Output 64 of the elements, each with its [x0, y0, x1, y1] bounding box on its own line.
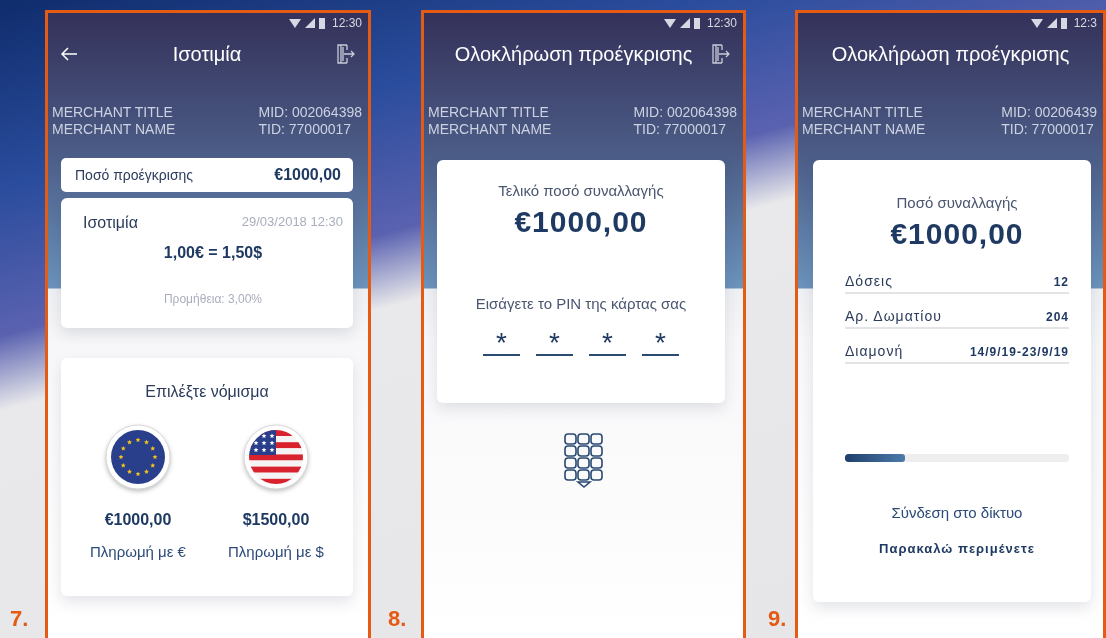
battery-icon [1060, 17, 1067, 29]
transaction-amount: €1000,00 [889, 217, 1025, 251]
terminal-id: TID: 77000017 [633, 121, 728, 138]
exit-door-icon[interactable] [336, 43, 356, 65]
pay-button[interactable]: Πληρωμή με $ [228, 541, 324, 562]
merchant-id: MID: 00206439 [1001, 104, 1097, 121]
battery-icon [318, 17, 325, 29]
signal-icon [1046, 18, 1057, 28]
exit-door-icon[interactable] [711, 43, 731, 65]
exchange-rate: 1,00€ = 1,50$ [162, 244, 264, 262]
detail-label: Δόσεις [845, 273, 893, 289]
rate-title: Ισοτιμία [83, 214, 138, 232]
keypad-icon[interactable] [563, 433, 604, 489]
detail-value: 204 [1045, 310, 1069, 324]
signal-icon [304, 18, 315, 28]
status-text: Σύνδεση στο δίκτυο [890, 504, 1024, 521]
merchant-name: MERCHANT NAME [802, 121, 926, 138]
pin-digit: * [536, 330, 573, 356]
terminal-id: TID: 77000017 [258, 121, 353, 138]
commission-text: Προμήθεια: 3,00% [162, 292, 264, 306]
merchant-id: MID: 002064398 [258, 104, 362, 121]
approval-label: Ποσό προέγκρισης [75, 167, 194, 183]
pin-prompt: Εισάγετε το PIN της κάρτας σας [475, 295, 687, 312]
clock-time: 12:3 [1073, 16, 1097, 30]
merchant-title: MERCHANT TITLE [52, 104, 174, 121]
merchant-name: MERCHANT NAME [428, 121, 552, 138]
amount-label: Ποσό συναλλαγής [895, 194, 1019, 211]
terminal-id: TID: 77000017 [1001, 121, 1095, 138]
merchant-name: MERCHANT NAME [52, 121, 176, 138]
amount-label: Τελικό ποσό συναλλαγής [498, 182, 664, 199]
back-arrow-icon[interactable] [60, 45, 78, 63]
pin-digit: * [589, 330, 626, 356]
detail-value: 14/9/19-23/9/19 [969, 345, 1069, 359]
signal-icon [679, 18, 690, 28]
merchant-title: MERCHANT TITLE [802, 104, 924, 121]
step-number: 9. [768, 606, 787, 631]
screen-title: Ολοκλήρωση προέγκρισης [453, 42, 694, 66]
wait-message: Παρακαλώ περιμένετε [878, 541, 1036, 556]
approval-amount: €1000,00 [274, 166, 341, 184]
battery-icon [693, 17, 700, 29]
wifi-icon [663, 18, 676, 28]
rate-date: 29/03/2018 12:30 [241, 214, 343, 231]
wifi-icon [1030, 18, 1043, 28]
pin-digit: * [642, 330, 679, 356]
step-number: 8. [388, 606, 407, 631]
clock-time: 12:30 [706, 16, 737, 30]
eu-flag-icon [104, 423, 172, 491]
clock-time: 12:30 [331, 16, 362, 30]
transaction-amount: €1000,00 [514, 205, 648, 239]
merchant-title: MERCHANT TITLE [428, 104, 550, 121]
currency-amount: $1500,00 [242, 511, 310, 529]
wifi-icon [288, 18, 301, 28]
screen-title: Ολοκλήρωση προέγκρισης [830, 42, 1071, 66]
currency-amount: €1000,00 [104, 511, 172, 529]
pin-digit: * [483, 330, 520, 356]
pay-button[interactable]: Πληρωμή με € [90, 541, 186, 562]
detail-label: Διαμονή [845, 343, 904, 359]
detail-value: 12 [1053, 275, 1069, 289]
currency-heading: Επιλέξτε νόμισμα [144, 383, 270, 401]
us-flag-icon [242, 423, 310, 491]
merchant-id: MID: 002064398 [633, 104, 737, 121]
step-number: 7. [10, 606, 29, 631]
detail-label: Αρ. Δωματίου [845, 308, 942, 324]
screen-title: Ισοτιμία [171, 42, 243, 66]
